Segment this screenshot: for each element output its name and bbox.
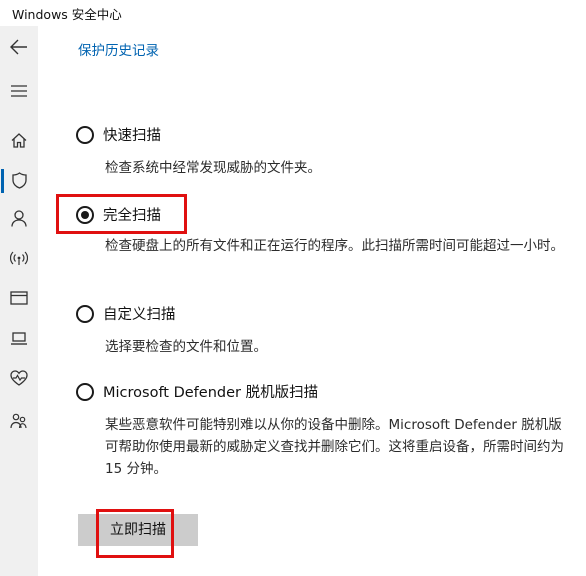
offline-scan-radio[interactable] bbox=[76, 382, 94, 401]
browser-icon[interactable] bbox=[4, 283, 34, 313]
full-scan-label: 完全扫描 bbox=[103, 208, 161, 224]
account-icon[interactable] bbox=[4, 203, 34, 233]
back-arrow-icon[interactable] bbox=[4, 32, 34, 62]
menu-icon[interactable] bbox=[4, 76, 34, 106]
custom-scan-label: 自定义扫描 bbox=[103, 307, 176, 323]
scan-button-highlight-box bbox=[96, 509, 174, 558]
window-title: Windows 安全中心 bbox=[12, 7, 122, 22]
full-scan-description: 检查硬盘上的所有文件和正在运行的程序。此扫描所需时间可能超过一小时。 bbox=[105, 238, 564, 254]
radio-selected-dot bbox=[81, 210, 89, 219]
protection-history-link[interactable]: 保护历史记录 bbox=[78, 39, 159, 59]
heart-pulse-icon[interactable] bbox=[4, 363, 34, 393]
laptop-icon[interactable] bbox=[4, 323, 34, 353]
family-icon[interactable] bbox=[4, 406, 34, 436]
custom-scan-radio[interactable] bbox=[76, 304, 94, 323]
navigation-sidebar bbox=[0, 26, 38, 576]
quick-scan-option[interactable]: 快速扫描 bbox=[76, 124, 161, 145]
windows-security-window: Windows 安全中心 保护历史记录 快速扫描 检查系统中经常发现威胁的文件夹… bbox=[0, 0, 586, 576]
wifi-icon[interactable] bbox=[4, 243, 34, 273]
custom-scan-option[interactable]: 自定义扫描 bbox=[76, 303, 176, 324]
offline-scan-description: 某些恶意软件可能特别难以从你的设备中删除。Microsoft Defender … bbox=[105, 417, 564, 477]
custom-scan-description: 选择要检查的文件和位置。 bbox=[105, 339, 267, 355]
full-scan-option[interactable]: 完全扫描 bbox=[76, 204, 161, 225]
offline-scan-option[interactable]: Microsoft Defender 脱机版扫描 bbox=[76, 381, 318, 402]
quick-scan-label: 快速扫描 bbox=[103, 128, 161, 144]
offline-scan-label: Microsoft Defender 脱机版扫描 bbox=[103, 385, 319, 401]
full-scan-radio[interactable] bbox=[76, 205, 94, 224]
quick-scan-radio[interactable] bbox=[76, 125, 94, 144]
quick-scan-description: 检查系统中经常发现威胁的文件夹。 bbox=[105, 160, 321, 176]
shield-icon[interactable] bbox=[4, 165, 34, 195]
scan-options-panel: 保护历史记录 快速扫描 检查系统中经常发现威胁的文件夹。 完全扫描 检查硬盘上的… bbox=[38, 26, 586, 576]
home-icon[interactable] bbox=[4, 125, 34, 155]
title-bar: Windows 安全中心 bbox=[0, 0, 586, 26]
